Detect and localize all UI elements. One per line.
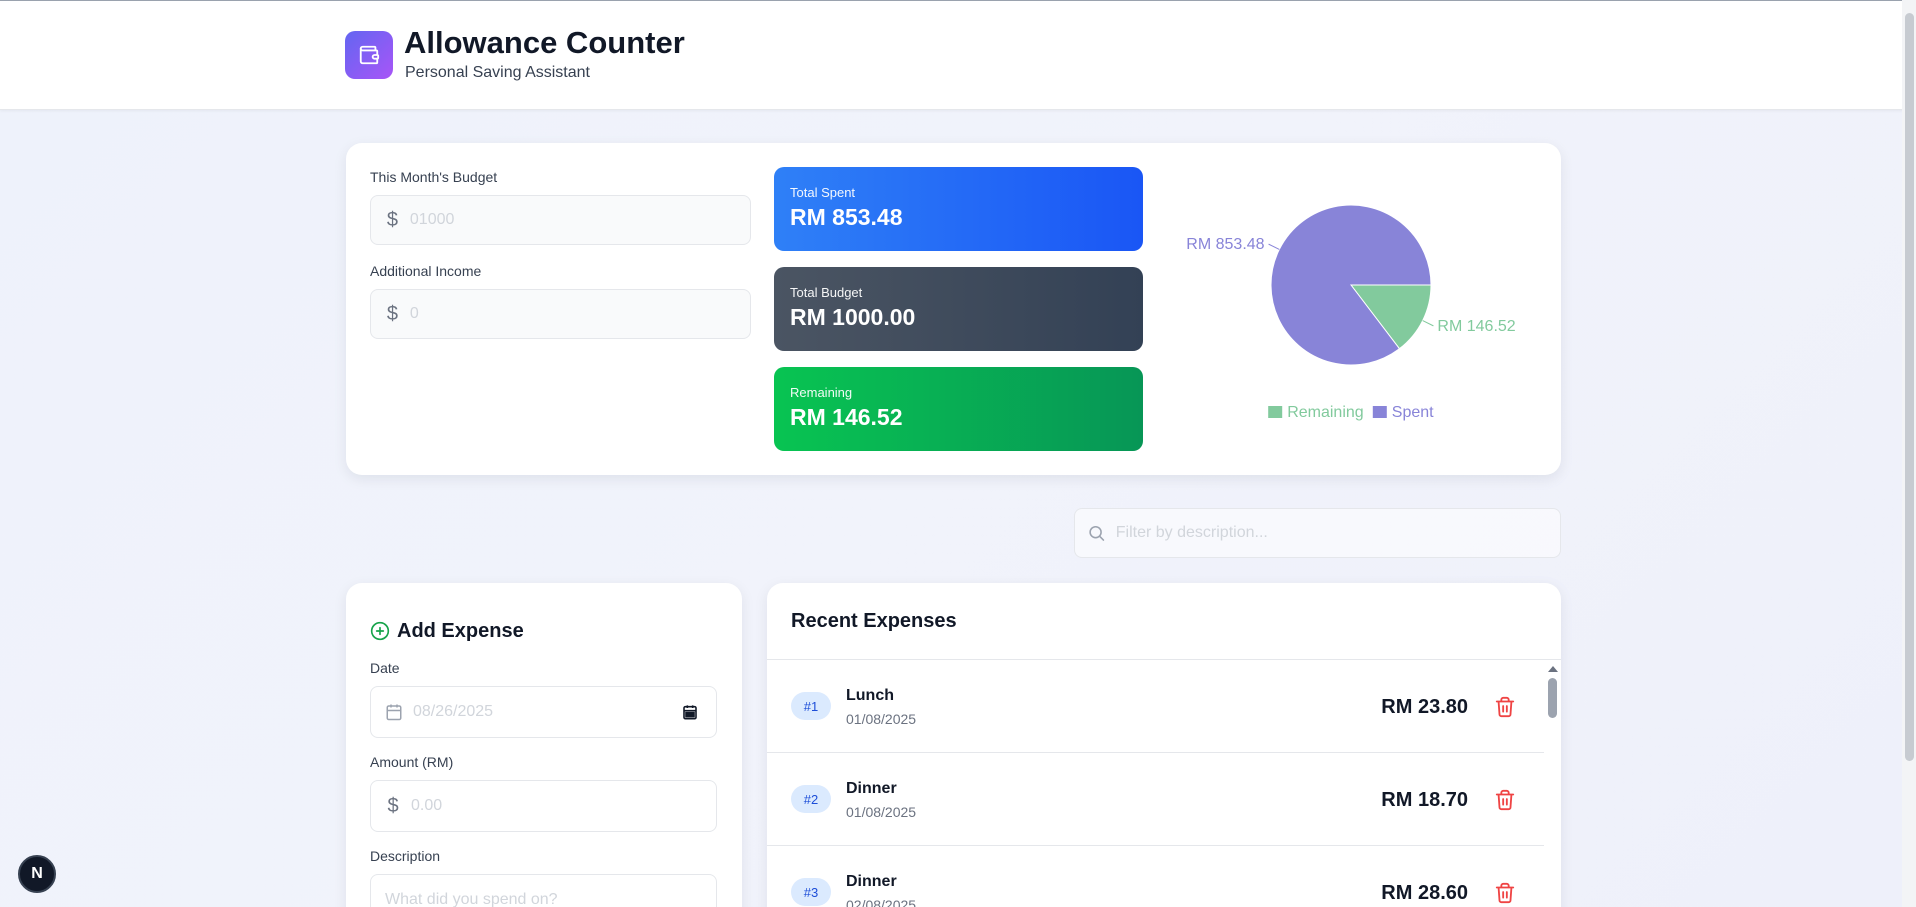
expense-amount: RM 18.70 (1381, 789, 1468, 811)
remaining-value: RM 146.52 (790, 404, 903, 430)
total-budget-card: Total Budget RM 1000.00 (774, 267, 1143, 351)
remaining-label: Remaining (790, 385, 853, 400)
expense-name: Dinner (846, 873, 897, 890)
recent-expenses-header: Recent Expenses (767, 583, 1561, 660)
legend-label-spent: Spent (1392, 404, 1434, 421)
legend-label-remaining: Remaining (1287, 404, 1363, 421)
total-budget-value: RM 1000.00 (790, 304, 916, 330)
expense-index-badge: #2 (791, 785, 831, 813)
scroll-up-arrow-icon[interactable] (1548, 666, 1558, 672)
pie-label-line (1268, 243, 1280, 250)
amount-input[interactable] (411, 797, 716, 815)
amount-field[interactable]: $ (370, 780, 717, 832)
expense-list-scrollbar[interactable] (1544, 660, 1561, 907)
recent-expenses-card: Recent Expenses #1 Lunch 01/08/2025 RM 2… (767, 583, 1561, 907)
date-input[interactable] (413, 703, 682, 721)
amount-label: Amount (RM) (370, 754, 454, 770)
expense-index-badge: #1 (791, 692, 831, 720)
expense-search-input[interactable] (1115, 524, 1560, 542)
expense-list-scroll-thumb[interactable] (1548, 678, 1557, 718)
expense-name: Dinner (846, 780, 897, 797)
add-circle-icon (370, 621, 390, 641)
pie-value-label: RM 853.48 (1186, 236, 1264, 253)
expense-amount: RM 23.80 (1381, 696, 1468, 718)
pie-value-label: RM 146.52 (1437, 318, 1515, 335)
legend-swatch-remaining (1268, 406, 1283, 418)
description-field[interactable] (370, 874, 717, 907)
search-icon (1089, 525, 1105, 541)
dev-tools-button[interactable]: N (18, 855, 56, 893)
total-budget-label: Total Budget (790, 285, 863, 300)
monthly-budget-field[interactable]: $ (370, 195, 751, 245)
dollar-icon: $ (386, 208, 399, 231)
expense-index-badge: #3 (791, 878, 831, 906)
date-field[interactable] (370, 686, 717, 738)
calendar-picker-icon[interactable] (682, 704, 698, 720)
expense-list: #1 Lunch 01/08/2025 RM 23.80 #2 Dinner 0… (767, 660, 1544, 907)
spending-pie-chart: RM 146.52 RM 853.48 Remaining Spent (1186, 204, 1516, 421)
expense-search-field[interactable] (1074, 508, 1561, 558)
date-label: Date (370, 660, 400, 676)
dollar-icon: $ (387, 794, 399, 817)
dollar-icon: $ (386, 302, 399, 325)
app-title: Allowance Counter (404, 25, 685, 60)
app-header: Allowance Counter Personal Saving Assist… (0, 1, 1916, 110)
page-scroll-thumb[interactable] (1905, 13, 1914, 761)
expense-date: 02/08/2025 (846, 897, 917, 907)
additional-income-field[interactable]: $ (370, 289, 751, 339)
additional-income-label: Additional Income (370, 263, 482, 279)
additional-income-input[interactable] (409, 305, 750, 323)
delete-trash-icon[interactable] (1494, 882, 1516, 904)
total-spent-card: Total Spent RM 853.48 (774, 167, 1143, 251)
expense-row: #2 Dinner 01/08/2025 RM 18.70 (767, 753, 1544, 846)
page-scrollbar[interactable] (1902, 0, 1916, 907)
description-label: Description (370, 848, 441, 864)
calendar-icon (386, 704, 402, 721)
legend-swatch-spent (1372, 406, 1387, 418)
wallet-icon (345, 31, 393, 79)
expense-amount: RM 28.60 (1381, 882, 1468, 904)
remaining-card: Remaining RM 146.52 (774, 367, 1143, 451)
recent-expenses-title: Recent Expenses (791, 610, 957, 632)
expense-name: Lunch (846, 687, 894, 704)
pie-label-line (1422, 320, 1434, 327)
delete-trash-icon[interactable] (1494, 696, 1516, 718)
description-input[interactable] (385, 891, 716, 907)
monthly-budget-input[interactable] (409, 211, 750, 229)
total-spent-value: RM 853.48 (790, 204, 903, 230)
add-expense-title: Add Expense (397, 620, 524, 642)
expense-date: 01/08/2025 (846, 804, 917, 820)
delete-trash-icon[interactable] (1494, 789, 1516, 811)
expense-row: #3 Dinner 02/08/2025 RM 28.60 (767, 846, 1544, 907)
expense-date: 01/08/2025 (846, 711, 917, 727)
add-expense-card: Add Expense Date Amount (RM) $ Descripti… (346, 583, 742, 907)
expense-row: #1 Lunch 01/08/2025 RM 23.80 (767, 660, 1544, 753)
total-spent-label: Total Spent (790, 185, 856, 200)
monthly-budget-label: This Month's Budget (370, 169, 498, 185)
app-subtitle: Personal Saving Assistant (405, 64, 590, 81)
